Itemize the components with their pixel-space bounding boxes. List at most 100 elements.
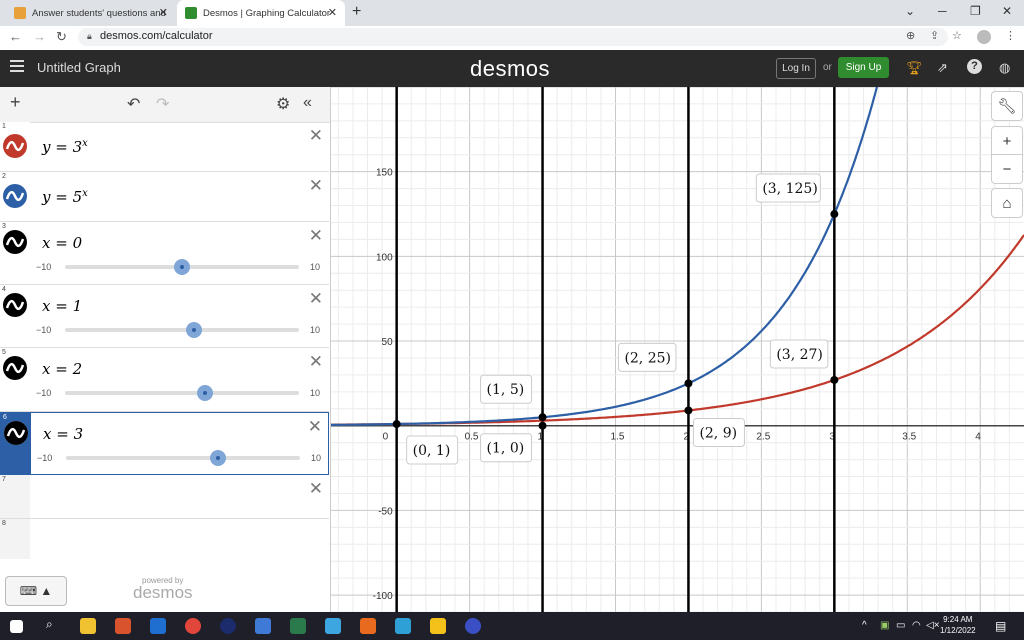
forward-arrow-icon[interactable]: → [33,29,46,44]
expression-text[interactable]: x = 3 [43,425,83,443]
home-icon[interactable]: ⌂ [991,188,1023,218]
slider-track[interactable] [65,391,299,395]
slider-knob[interactable] [210,450,227,466]
black-curve-icon[interactable] [4,421,28,445]
graph-settings-wrench-icon[interactable]: 🔧︎ [991,91,1023,121]
close-tab-icon[interactable]: ✕ [159,6,168,19]
delete-expression-icon[interactable]: ✕ [309,126,323,146]
profile-avatar[interactable] [977,30,991,44]
black-curve-icon[interactable] [3,293,27,317]
tray-arrow-icon[interactable]: ^ [862,620,867,631]
expression-text[interactable]: x = 2 [42,360,82,378]
share-icon[interactable]: ⇪ [930,29,939,42]
browser-tab-desmos[interactable]: Desmos | Graphing Calculator ✕ [177,0,345,26]
chrome-icon[interactable] [185,618,201,634]
zoom-out-icon[interactable]: − [991,154,1023,184]
settings-gear-icon[interactable]: ⚙ [276,94,290,114]
expression-row-7[interactable]: 7 ✕ [0,475,329,519]
slider-knob[interactable] [174,259,190,275]
speaker-muted-icon[interactable]: ◁× [926,620,940,631]
expression-row-3[interactable]: 3 x = 0 ✕ −10 10 [0,222,329,285]
windows-start-icon[interactable] [10,620,23,633]
expression-row-4[interactable]: 4 x = 1 ✕ −10 10 [0,285,329,348]
slider-min[interactable]: −10 [36,388,51,398]
expression-row-8[interactable]: 8 [0,519,329,559]
expression-text[interactable]: y = 5x [42,188,88,206]
slider-max[interactable]: 10 [310,388,320,398]
battery-icon[interactable]: ▭ [896,620,905,631]
delete-expression-icon[interactable]: ✕ [309,226,323,246]
sticky-notes-icon[interactable] [430,618,446,634]
expression-row-2[interactable]: 2 y = 5x ✕ [0,172,329,222]
app-icon[interactable] [220,618,236,634]
slider-min[interactable]: −10 [37,453,52,463]
graph-title[interactable]: Untitled Graph [37,60,121,75]
slider-track[interactable] [66,456,300,460]
browser-tab-answers[interactable]: Answer students' questions and ✕ [6,0,176,26]
slider-max[interactable]: 10 [310,262,320,272]
share-graph-icon[interactable]: ⇗ [937,60,948,76]
help-icon[interactable]: ? [967,59,982,74]
delete-expression-icon[interactable]: ✕ [309,289,323,309]
delete-expression-icon[interactable]: ✕ [309,176,323,196]
reload-icon[interactable]: ↻ [56,29,67,45]
back-arrow-icon[interactable]: ← [9,29,22,44]
signup-button[interactable]: Sign Up [838,57,889,78]
collapse-panel-icon[interactable]: « [303,94,312,112]
app-icon[interactable] [290,618,306,634]
black-curve-icon[interactable] [3,230,27,254]
expression-text[interactable]: y = 3x [42,138,88,156]
app-icon[interactable] [395,618,411,634]
app-icon[interactable] [360,618,376,634]
slider-knob[interactable] [197,385,214,401]
undo-icon[interactable]: ↶ [127,94,140,114]
slider-knob[interactable] [185,322,202,338]
slider-min[interactable]: −10 [36,325,51,335]
slider-track[interactable] [65,328,299,332]
footer-desmos-logo[interactable]: desmos [133,583,193,603]
expression-row-1[interactable]: 1 y = 3x ✕ [0,122,329,172]
expression-row-6[interactable]: 6 x = 3 ✕ −10 10 [0,412,329,475]
expression-text[interactable]: x = 0 [42,234,82,252]
graph-canvas[interactable]: 0.5 1 1.5 2 2.5 3 3.5 4015010050-50-100(0, 1)(1… [331,87,1024,612]
tab-search-icon[interactable]: ⌄ [905,4,915,18]
trophy-icon[interactable]: 🏆︎ [906,60,923,76]
slider-min[interactable]: −10 [36,262,51,272]
office-icon[interactable] [115,618,131,634]
redo-icon[interactable]: ↷ [156,94,169,114]
app-icon[interactable] [255,618,271,634]
red-curve-icon[interactable] [3,134,27,158]
magnifier-app-icon[interactable] [465,618,481,634]
slider-max[interactable]: 10 [311,453,321,463]
notification-icon[interactable]: ▤ [995,619,1006,633]
expression-row-5[interactable]: 5 x = 2 ✕ −10 10 [0,348,329,412]
wifi-icon[interactable]: ◠ [912,620,921,631]
slider-max[interactable]: 10 [310,325,320,335]
app-icon[interactable] [325,618,341,634]
clock[interactable]: 9:24 AM 1/12/2022 [940,614,976,636]
black-curve-icon[interactable] [3,356,27,380]
blue-curve-icon[interactable] [3,184,27,208]
tray-app-icon[interactable]: ▣ [880,620,889,631]
file-explorer-icon[interactable] [80,618,96,634]
zoom-in-icon[interactable]: + [991,126,1023,156]
hamburger-menu-icon[interactable] [10,60,24,72]
url-text[interactable]: desmos.com/calculator [100,30,213,42]
keyboard-toggle-button[interactable]: ⌨ ▲ [5,576,67,606]
close-tab-icon[interactable]: ✕ [328,6,337,19]
bookmark-star-icon[interactable]: ☆ [952,29,962,42]
delete-expression-icon[interactable]: ✕ [309,479,323,499]
delete-expression-icon[interactable]: ✕ [308,417,322,437]
language-globe-icon[interactable]: ◍ [999,60,1010,76]
expression-text[interactable]: x = 1 [42,297,82,315]
delete-expression-icon[interactable]: ✕ [309,352,323,372]
browser-menu-icon[interactable]: ⋮ [1005,29,1016,42]
search-icon[interactable]: ⌕ [46,617,53,632]
login-button[interactable]: Log In [776,58,816,79]
close-window-icon[interactable]: ✕ [1002,4,1012,18]
mail-icon[interactable] [150,618,166,634]
add-item-icon[interactable]: + [10,92,21,113]
minimize-icon[interactable]: ─ [938,4,947,18]
new-tab-icon[interactable]: + [352,3,361,21]
zoom-icon[interactable]: ⊕ [906,29,915,42]
